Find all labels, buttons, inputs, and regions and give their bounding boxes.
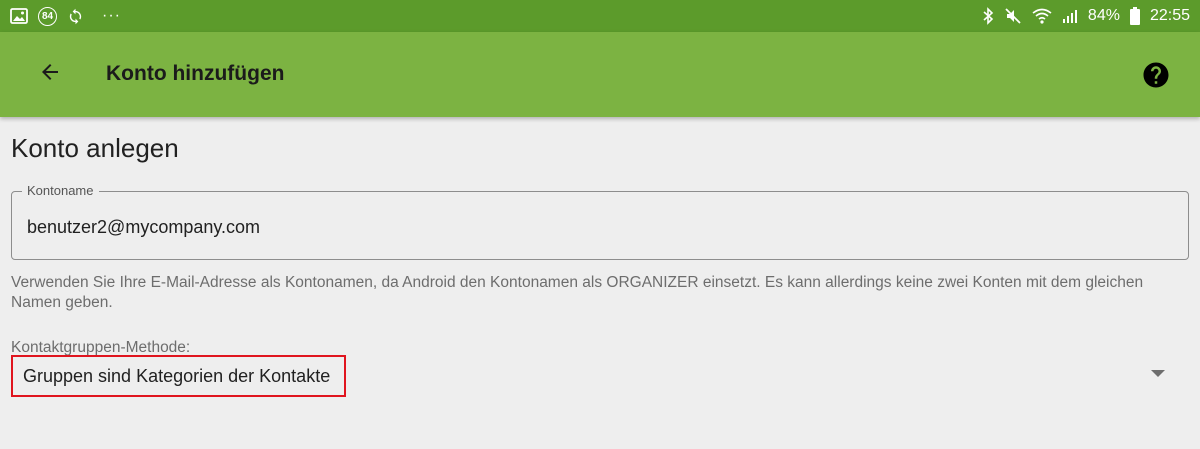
signal-icon (1062, 8, 1078, 24)
wifi-icon (1032, 8, 1052, 24)
sync-icon (67, 8, 84, 25)
gallery-icon (10, 8, 28, 24)
help-button[interactable] (1141, 60, 1171, 90)
back-button[interactable] (28, 52, 72, 96)
arrow-back-icon (38, 60, 62, 89)
contact-group-method-select[interactable]: Gruppen sind Kategorien der Kontakte (11, 355, 1179, 397)
app-bar: Konto hinzufügen (0, 32, 1200, 117)
section-title: Konto anlegen (11, 133, 179, 163)
status-bar: 84 ··· 84% 22:55 (0, 0, 1200, 32)
contact-group-method-value[interactable]: Gruppen sind Kategorien der Kontakte (11, 355, 347, 397)
app-bar-title: Konto hinzufügen (106, 62, 285, 85)
bluetooth-icon (982, 7, 994, 25)
status-bar-right: 84% 22:55 (982, 7, 1190, 25)
mute-icon (1004, 7, 1022, 25)
status-bar-left: 84 ··· (10, 6, 121, 26)
account-name-label: Kontoname (22, 183, 99, 198)
battery-icon (1129, 7, 1140, 25)
battery-percent: 84% (1087, 7, 1120, 24)
dropdown-arrow-icon[interactable] (1151, 370, 1165, 377)
account-name-field[interactable]: Kontoname (11, 183, 1189, 260)
more-notifications-indicator: ··· (102, 7, 121, 24)
account-name-input[interactable] (27, 217, 1127, 238)
clock: 22:55 (1149, 7, 1190, 24)
account-name-help-text: Verwenden Sie Ihre E-Mail-Adresse als Ko… (11, 274, 1144, 311)
notification-count-badge: 84 (38, 6, 57, 26)
help-circle-icon (1141, 62, 1171, 94)
